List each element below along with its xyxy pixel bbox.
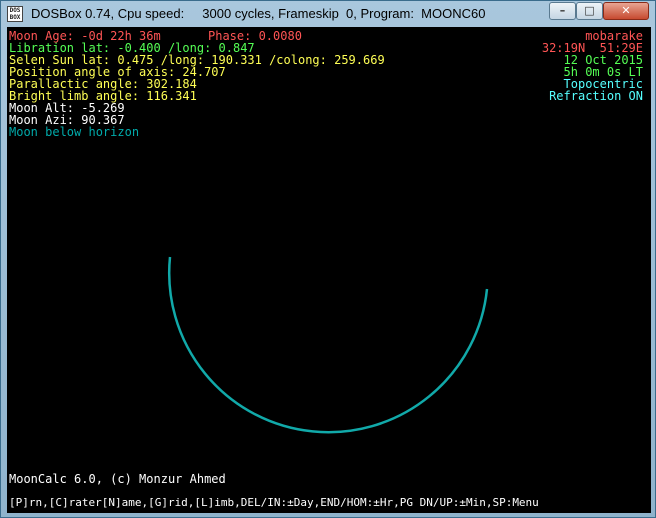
maximize-icon: □ <box>584 4 595 17</box>
close-button[interactable]: ✕ <box>603 2 649 20</box>
maximize-button[interactable]: □ <box>576 2 603 20</box>
close-icon: ✕ <box>621 4 631 17</box>
window-title: DOSBox 0.74, Cpu speed: 3000 cycles, Fra… <box>31 6 486 21</box>
moon-limb-graphic <box>168 256 489 434</box>
icon-text-bottom: BOX <box>9 14 21 21</box>
key-help-line: [P]rn,[C]rater[N]ame,[G]rid,[L]imb,DEL/I… <box>9 496 539 509</box>
credit-line: MoonCalc 6.0, (c) Monzur Ahmed <box>9 472 226 486</box>
icon-text-top: DOS <box>9 7 21 14</box>
minimize-button[interactable]: – <box>549 2 576 20</box>
minimize-icon: – <box>559 4 566 17</box>
moon-limb-arc <box>168 256 489 434</box>
title-bar[interactable]: DOS BOX DOSBox 0.74, Cpu speed: 3000 cyc… <box>1 1 655 27</box>
dosbox-window: DOS BOX DOSBox 0.74, Cpu speed: 3000 cyc… <box>0 0 656 518</box>
dosbox-icon[interactable]: DOS BOX <box>7 6 23 22</box>
dos-screen[interactable]: Moon Age: -0d 22h 36m Phase: 0.0080 moba… <box>7 27 651 513</box>
